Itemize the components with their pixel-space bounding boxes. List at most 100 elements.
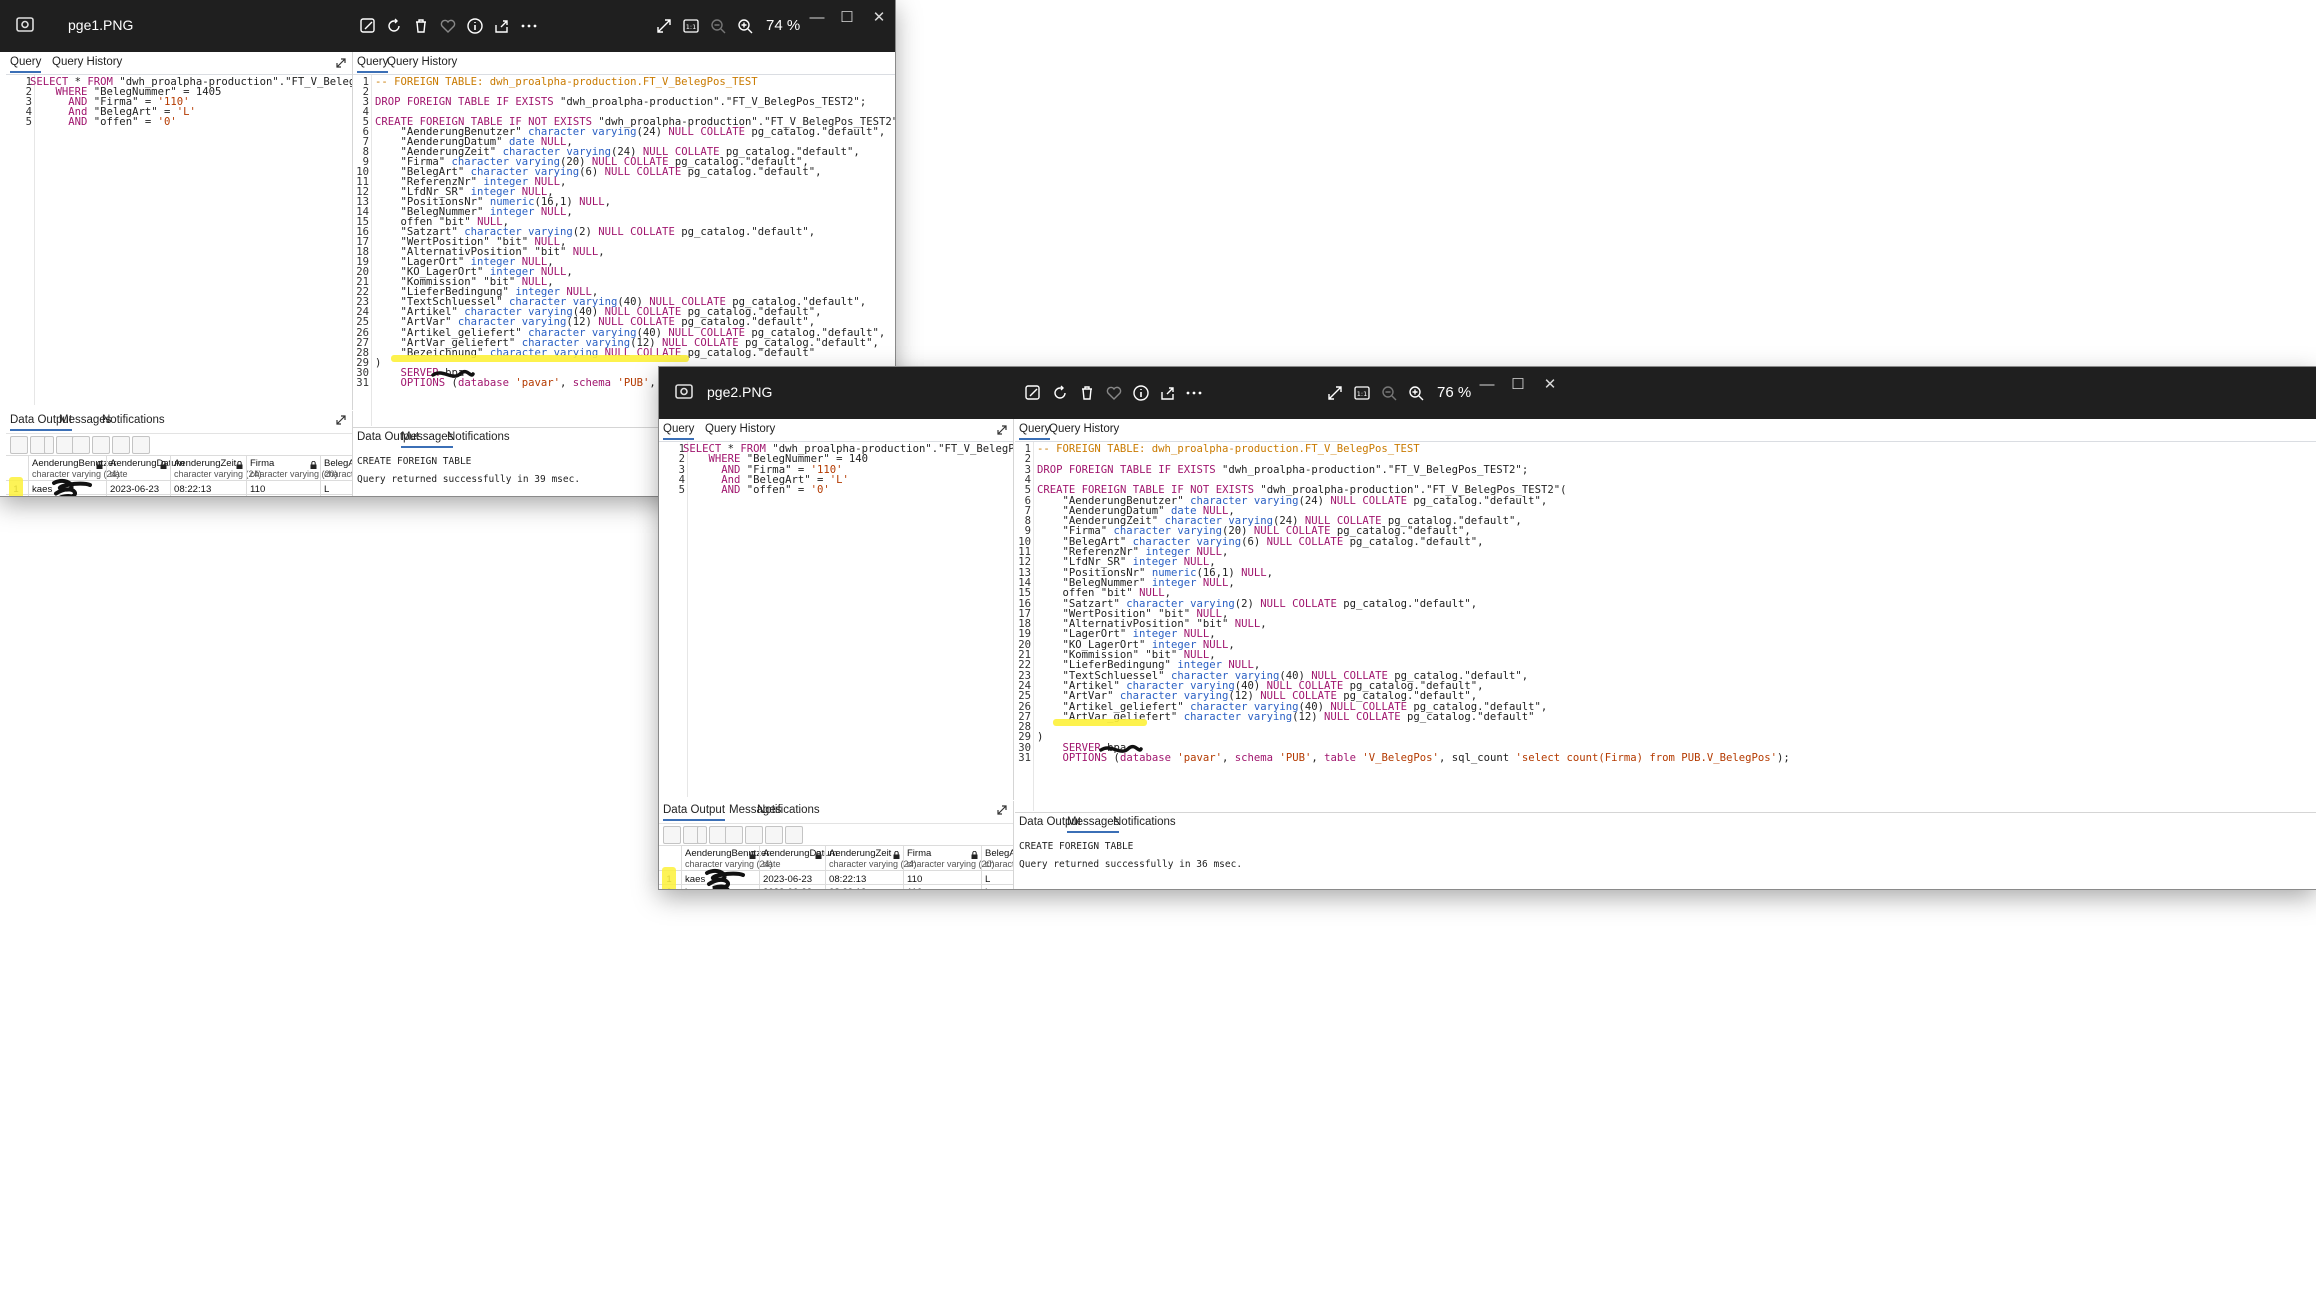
svg-text:1:1: 1:1 (1357, 390, 1367, 398)
lock-icon (971, 851, 978, 859)
delete-row-icon[interactable] (72, 436, 90, 454)
close-button[interactable]: ✕ (1535, 375, 1565, 395)
left-query-tabs: Query Query History (6, 52, 352, 75)
table-cell[interactable]: 08:22:13 (829, 887, 866, 889)
column-header[interactable]: BelegArtcharacter (324, 458, 352, 480)
column-header[interactable]: AenderungDatum date (763, 848, 837, 870)
rotate-icon[interactable] (382, 14, 406, 38)
edit-icon[interactable] (356, 14, 380, 38)
save-icon[interactable] (92, 436, 110, 454)
right-query-pane: Query Query History 1 -- FOREIGN TABLE: dwh… (1015, 419, 2316, 811)
save-icon[interactable] (745, 826, 763, 844)
edit-icon[interactable] (1021, 381, 1045, 405)
fullscreen-icon[interactable] (1323, 381, 1347, 405)
expand-icon[interactable] (995, 423, 1009, 437)
lock-icon (893, 851, 900, 859)
line-number: 31 (356, 376, 369, 389)
actual-size-icon[interactable]: 1:1 (679, 14, 703, 38)
tab-query-history[interactable]: Query History (387, 56, 457, 68)
graph-icon[interactable] (132, 436, 150, 454)
graph-icon[interactable] (785, 826, 803, 844)
tab-query[interactable]: Query (357, 56, 389, 73)
zoom-level: 74 % (766, 17, 801, 34)
code-text: AND "offen" = '0' (68, 116, 177, 128)
download-icon[interactable] (765, 826, 783, 844)
add-row-icon[interactable] (10, 436, 28, 454)
delete-row-icon[interactable] (725, 826, 743, 844)
tab-notifications[interactable]: Notifications (447, 431, 510, 443)
photos-app-icon (675, 384, 693, 399)
left-sql-editor[interactable]: 1 SELECT * FROM "dwh_proalpha-production"… (659, 442, 1013, 797)
tab-messages[interactable]: Messages (401, 431, 454, 448)
column-header[interactable]: AenderungZeit character varying (24) (174, 458, 262, 480)
more-icon[interactable] (1182, 381, 1206, 405)
tab-notifications[interactable]: Notifications (757, 804, 820, 816)
delete-icon[interactable] (409, 14, 433, 38)
add-row-icon[interactable] (663, 826, 681, 844)
maximize-button[interactable]: ☐ (1503, 375, 1533, 395)
zoom-in-icon[interactable] (1404, 381, 1428, 405)
tab-query-history[interactable]: Query History (52, 56, 122, 68)
table-cell[interactable]: 2023-06-23 (763, 887, 812, 889)
tab-query[interactable]: Query (663, 423, 695, 440)
minimize-button[interactable]: — (1472, 375, 1502, 395)
code-text: OPTIONS (database 'pavar', schema 'PUB',… (1062, 752, 1790, 764)
right-sql-editor[interactable]: 1 -- FOREIGN TABLE: dwh_proalpha-producti… (1015, 442, 2316, 811)
expand-icon[interactable] (334, 413, 348, 427)
zoom-in-icon[interactable] (733, 14, 757, 38)
heart-icon[interactable] (436, 14, 460, 38)
delete-icon[interactable] (1075, 381, 1099, 405)
column-name: BelegArt (985, 848, 1013, 859)
code-text: DROP FOREIGN TABLE IF EXISTS "dwh_proalp… (1037, 463, 1529, 476)
column-name: AenderungZeit (174, 458, 237, 469)
more-icon[interactable] (517, 14, 541, 38)
line-number: 31 (1018, 752, 1031, 764)
left-query-tabs: Query Query History (659, 419, 1013, 442)
minimize-button[interactable]: — (802, 8, 832, 28)
tab-messages[interactable]: Messages (1067, 816, 1120, 833)
window-title: pge1.PNG (68, 17, 134, 33)
code-text: AND "offen" = '0' (721, 484, 830, 497)
rotate-icon[interactable] (1048, 381, 1072, 405)
table-cell[interactable]: L (985, 887, 990, 889)
column-name: AenderungZeit (829, 848, 892, 859)
close-button[interactable]: ✕ (864, 8, 894, 28)
tab-query-history[interactable]: Query History (1049, 423, 1119, 435)
tab-query[interactable]: Query (10, 56, 42, 73)
zoom-out-icon[interactable] (706, 14, 730, 38)
tab-data-output[interactable]: Data Output (663, 804, 726, 821)
heart-icon[interactable] (1102, 381, 1126, 405)
zoom-out-icon[interactable] (1377, 381, 1401, 405)
copy-dropdown-icon[interactable] (697, 826, 707, 844)
image-viewer-window-pge2[interactable]: pge2.PNG 1:1 76 % — ☐ ✕ Query Query Histo… (659, 367, 2316, 889)
info-icon[interactable] (463, 14, 487, 38)
results-grid: AenderungBenutzer character varying (24) A… (6, 455, 352, 496)
share-icon[interactable] (490, 14, 514, 38)
column-name: AenderungBenutzer (685, 848, 770, 859)
line-number: 5 (25, 116, 32, 128)
column-name: AenderungDatum (763, 848, 838, 859)
tab-query[interactable]: Query (1019, 423, 1051, 440)
line-highlight (1053, 718, 1147, 726)
actual-size-icon[interactable]: 1:1 (1350, 381, 1374, 405)
download-icon[interactable] (112, 436, 130, 454)
lock-icon (96, 461, 103, 469)
share-icon[interactable] (1156, 381, 1180, 405)
tab-notifications[interactable]: Notifications (1113, 816, 1176, 828)
data-output-pane: Data Output Messages Notifications Aenderun… (6, 411, 353, 496)
column-type: date (763, 859, 781, 869)
copy-dropdown-icon[interactable] (44, 436, 54, 454)
maximize-button[interactable]: ☐ (832, 8, 862, 28)
table-cell[interactable]: 110 (907, 887, 922, 889)
tab-query-history[interactable]: Query History (705, 423, 775, 435)
screenshot-content: Query Query History 1 SELECT * FROM "dwh_pr… (659, 419, 2316, 889)
left-query-pane: Query Query History 1 SELECT * FROM "dwh_pr… (659, 419, 1014, 800)
column-header[interactable]: BelegArtcharacter (985, 848, 1013, 870)
tab-notifications[interactable]: Notifications (102, 414, 165, 426)
left-sql-editor[interactable]: 1 SELECT * FROM "dwh_proalpha-production"… (6, 75, 352, 405)
expand-icon[interactable] (995, 803, 1009, 817)
info-icon[interactable] (1129, 381, 1153, 405)
fullscreen-icon[interactable] (652, 14, 676, 38)
row-number-highlight (9, 477, 23, 496)
expand-icon[interactable] (334, 56, 348, 70)
